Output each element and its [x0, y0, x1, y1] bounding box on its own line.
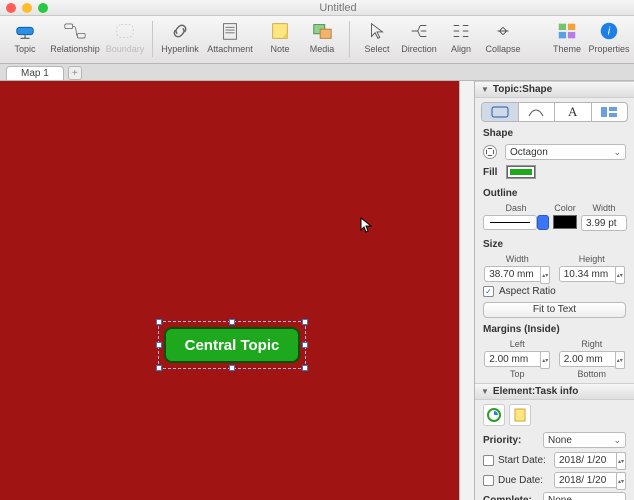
due-date-checkbox[interactable]	[483, 475, 494, 486]
outline-dash-select[interactable]	[483, 215, 537, 230]
boundary-button: Boundary	[104, 18, 146, 54]
main-toolbar: Topic Relationship Boundary Hyperlink At…	[0, 16, 634, 64]
margins-label: Margins (Inside)	[483, 324, 560, 335]
start-date-checkbox[interactable]	[483, 455, 494, 466]
priority-select[interactable]: None⌄	[543, 432, 626, 448]
task-flag-icon[interactable]	[509, 404, 531, 426]
attachment-button[interactable]: Attachment	[201, 18, 259, 54]
size-height-input[interactable]: 10.34 mm▴▾	[559, 266, 625, 282]
properties-button[interactable]: i Properties	[588, 18, 630, 54]
minimize-icon[interactable]	[22, 3, 32, 13]
section-topic-shape[interactable]: Topic:Shape	[475, 81, 634, 98]
aspect-ratio-label: Aspect Ratio	[499, 286, 556, 297]
aspect-ratio-checkbox[interactable]: ✓	[483, 286, 494, 297]
topic-button[interactable]: Topic	[4, 18, 46, 54]
window-controls	[6, 3, 48, 13]
fill-label: Fill	[483, 167, 497, 178]
subtab-text[interactable]: A	[555, 103, 592, 121]
theme-button[interactable]: Theme	[546, 18, 588, 54]
shape-label: Shape	[483, 128, 513, 139]
shape-select[interactable]: Octagon⌄	[505, 144, 626, 160]
note-button[interactable]: Note	[259, 18, 301, 54]
select-button[interactable]: Select	[356, 18, 398, 54]
priority-label: Priority:	[483, 435, 539, 446]
section-element-task[interactable]: Element:Task info	[475, 383, 634, 400]
complete-label: Complete:	[483, 495, 539, 500]
shape-preview-icon	[483, 145, 497, 159]
complete-select[interactable]: None⌄	[543, 492, 626, 500]
central-topic-label: Central Topic	[185, 337, 280, 354]
tab-map-1[interactable]: Map 1	[6, 66, 64, 80]
start-date-input[interactable]: 2018/ 1/20▴▾	[554, 452, 626, 468]
cursor-icon	[360, 217, 372, 236]
size-width-input[interactable]: 38.70 mm▴▾	[484, 266, 550, 282]
subtab-line[interactable]	[519, 103, 556, 121]
window-title: Untitled	[48, 2, 628, 14]
canvas-area[interactable]: Central Topic	[0, 81, 474, 500]
collapse-button[interactable]: Collapse	[482, 18, 524, 54]
start-date-label: Start Date:	[498, 455, 550, 466]
task-progress-icon[interactable]	[483, 404, 505, 426]
margin-right-input[interactable]: 2.00 mm▴▾	[559, 351, 625, 367]
document-tabstrip: Map 1 +	[0, 64, 634, 81]
new-tab-button[interactable]: +	[68, 66, 82, 80]
media-button[interactable]: Media	[301, 18, 343, 54]
window-titlebar: Untitled	[0, 0, 634, 16]
vertical-scrollbar[interactable]	[463, 261, 472, 321]
subtab-shape[interactable]	[482, 103, 519, 121]
hyperlink-button[interactable]: Hyperlink	[159, 18, 201, 54]
relationship-button[interactable]: Relationship	[46, 18, 104, 54]
due-date-input[interactable]: 2018/ 1/20▴▾	[554, 472, 626, 488]
due-date-label: Due Date:	[498, 475, 550, 486]
close-icon[interactable]	[6, 3, 16, 13]
size-label: Size	[483, 239, 503, 250]
inspector-panel: Topic:Shape A Shape Octagon⌄ Fill Outlin…	[474, 81, 634, 500]
zoom-icon[interactable]	[38, 3, 48, 13]
outline-color-swatch[interactable]	[553, 215, 577, 229]
central-topic-node[interactable]: Central Topic	[164, 327, 300, 363]
outline-width-input[interactable]: 3.99 pt	[581, 215, 627, 231]
align-button[interactable]: Align	[440, 18, 482, 54]
outline-label: Outline	[483, 188, 517, 199]
margin-left-input[interactable]: 2.00 mm▴▾	[484, 351, 550, 367]
subtab-layout[interactable]	[592, 103, 628, 121]
direction-button[interactable]: Direction	[398, 18, 440, 54]
fill-color-swatch[interactable]	[507, 166, 535, 178]
inspector-subtabs: A	[481, 102, 628, 122]
fit-to-text-button[interactable]: Fit to Text	[483, 302, 626, 318]
outline-dash-dropdown-icon[interactable]	[537, 215, 549, 230]
